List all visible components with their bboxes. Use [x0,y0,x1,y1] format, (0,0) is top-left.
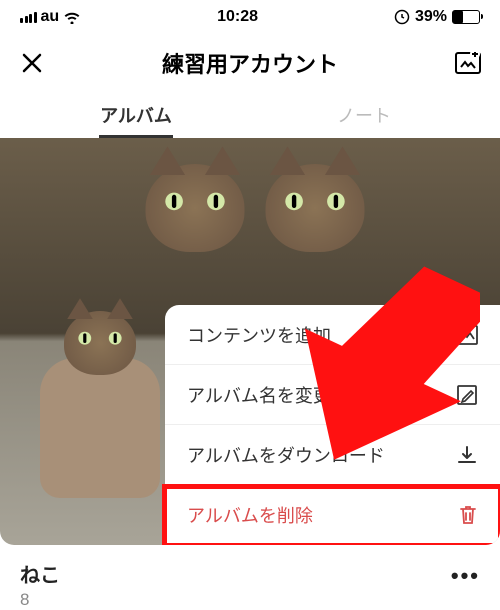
rotation-lock-icon [394,9,410,25]
battery-icon [452,10,480,24]
menu-add-content[interactable]: コンテンツを追加 [165,305,500,365]
status-left: au [20,8,81,26]
signal-icon [20,12,37,23]
page-title: 練習用アカウント [162,47,338,79]
battery-percent: 39% [415,8,447,26]
tabs: アルバム ノート [0,92,500,138]
more-button[interactable]: ••• [451,559,480,589]
status-bar: au 10:28 39% [0,0,500,34]
menu-label: アルバムを削除 [187,502,313,528]
trash-icon [458,504,478,526]
tab-album[interactable]: アルバム [22,102,250,138]
album-count: 8 [20,590,60,610]
header: 練習用アカウント [0,34,500,92]
context-menu: コンテンツを追加 アルバム名を変更 アルバムをダウンロード アルバムを削除 [165,305,500,545]
menu-delete[interactable]: アルバムを削除 [165,485,500,545]
download-icon [456,444,478,466]
menu-label: コンテンツを追加 [187,322,331,348]
content-area: コンテンツを追加 アルバム名を変更 アルバムをダウンロード アルバムを削除 [0,138,500,545]
close-button[interactable] [18,49,46,77]
edit-icon [456,384,478,406]
album-footer: ねこ 8 ••• [0,545,500,610]
menu-download[interactable]: アルバムをダウンロード [165,425,500,485]
image-icon [456,325,478,345]
tab-note[interactable]: ノート [250,102,478,138]
carrier-label: au [41,8,60,26]
menu-label: アルバムをダウンロード [187,442,385,468]
add-photo-button[interactable] [454,49,482,77]
status-time: 10:28 [217,8,258,26]
menu-rename[interactable]: アルバム名を変更 [165,365,500,425]
wifi-icon [63,10,81,24]
album-cover-image[interactable]: コンテンツを追加 アルバム名を変更 アルバムをダウンロード アルバムを削除 [0,138,500,545]
menu-label: アルバム名を変更 [187,382,331,408]
album-name: ねこ [20,559,60,588]
status-right: 39% [394,8,480,26]
